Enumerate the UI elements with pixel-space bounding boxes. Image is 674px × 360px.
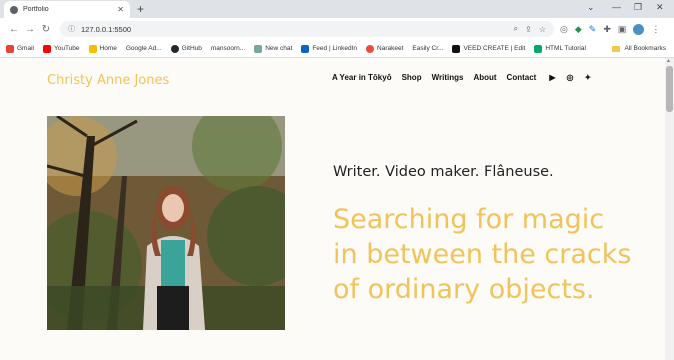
youtube-icon[interactable]: ▶ (549, 73, 555, 82)
bookmark-narakeet[interactable]: Narakeet (366, 44, 403, 53)
forward-icon[interactable]: → (22, 24, 38, 35)
nav-contact[interactable]: Contact (507, 73, 537, 82)
w3schools-icon (534, 44, 543, 53)
bookmark-github[interactable]: GitHub (170, 44, 202, 53)
globe-icon (10, 5, 18, 14)
site-brand[interactable]: Christy Anne Jones (47, 73, 169, 88)
gmail-icon (6, 44, 14, 53)
scroll-up-arrow-icon[interactable]: ▲ (666, 58, 671, 64)
bookmark-youtube[interactable]: YouTube (42, 44, 80, 53)
social-links: ▶ ◎ ✦ (549, 73, 591, 82)
folder-icon (612, 45, 621, 52)
page-viewport: Christy Anne Jones A Year in Tōkyō Shop … (0, 58, 674, 360)
bookmarks-bar: Gmail YouTube Home Google Ad... GitHub m… (0, 40, 674, 58)
menu-kebab-icon[interactable]: ⋮ (651, 24, 660, 35)
bookmark-home[interactable]: Home (88, 44, 117, 53)
back-icon[interactable]: ← (6, 24, 22, 35)
new-tab-icon[interactable]: + (137, 2, 144, 16)
address-bar[interactable]: ⓘ 127.0.0.1:5500 ⌕ ⇪ ☆ (60, 21, 554, 37)
bookmark-easily-cr[interactable]: Easily Cr... (412, 45, 443, 52)
side-panel-icon[interactable]: ▣ (618, 24, 627, 35)
extensions-puzzle-icon[interactable]: ✚ (603, 24, 611, 35)
scrollbar-thumb[interactable] (666, 66, 673, 112)
reload-icon[interactable]: ↻ (38, 24, 54, 35)
bookmark-new-chat[interactable]: New chat (254, 44, 292, 53)
tab-portfolio[interactable]: Portfolio ✕ (4, 1, 130, 18)
linkedin-icon (301, 44, 310, 53)
bookmark-veed[interactable]: VEED CREATE | Edit (452, 44, 525, 53)
bookmark-gmail[interactable]: Gmail (6, 44, 34, 53)
restore-icon[interactable]: ❐ (634, 2, 642, 13)
hero-photo (47, 116, 285, 330)
nav-shop[interactable]: Shop (402, 73, 422, 82)
bookmark-star-icon[interactable]: ☆ (539, 25, 546, 34)
bookmark-google-ads[interactable]: Google Ad... (126, 45, 162, 52)
youtube-icon (42, 44, 51, 53)
main-nav: A Year in Tōkyō Shop Writings About Cont… (332, 73, 591, 82)
browser-toolbar: ← → ↻ ⓘ 127.0.0.1:5500 ⌕ ⇪ ☆ ◎ ◆ ✎ ✚ ▣ ⋮ (0, 18, 674, 40)
extension-green-icon[interactable]: ◆ (575, 24, 582, 35)
tab-search-chevron-icon[interactable]: ⌄ (587, 2, 595, 13)
tagline: Writer. Video maker. Flâneuse. (333, 164, 554, 180)
url-text: 127.0.0.1:5500 (81, 24, 132, 34)
chatgpt-icon (254, 44, 263, 53)
tab-strip: Portfolio ✕ + ⌄ — ❐ ✕ (0, 0, 674, 18)
site-info-icon[interactable]: ⓘ (68, 24, 75, 34)
nav-about[interactable]: About (473, 73, 496, 82)
all-bookmarks[interactable]: All Bookmarks (612, 45, 666, 52)
share-icon[interactable]: ⇪ (525, 25, 532, 34)
pen-icon[interactable]: ✎ (589, 24, 597, 35)
narakeet-icon (366, 44, 375, 53)
bookmark-mansoorn[interactable]: mansoorn... (211, 45, 245, 52)
bookmark-linkedin[interactable]: Feed | LinkedIn (301, 44, 357, 53)
nav-a-year-in-tokyo[interactable]: A Year in Tōkyō (332, 73, 392, 82)
zoom-icon[interactable]: ⌕ (514, 24, 518, 34)
hero-photo-illustration (47, 116, 285, 330)
bookmark-html-tutorial[interactable]: HTML Tutorial (534, 44, 586, 53)
tab-title: Portfolio (23, 6, 49, 13)
page-scrollbar[interactable]: ▲ (665, 58, 674, 360)
profile-avatar[interactable] (633, 23, 645, 35)
google-drive-icon (88, 44, 97, 53)
nav-writings[interactable]: Writings (432, 73, 464, 82)
veed-icon (452, 44, 461, 53)
minimize-icon[interactable]: — (612, 2, 621, 12)
screenshot-icon[interactable]: ◎ (560, 24, 568, 35)
github-icon (170, 44, 179, 53)
twitter-icon[interactable]: ✦ (584, 73, 591, 82)
tab-close-icon[interactable]: ✕ (117, 5, 124, 14)
instagram-icon[interactable]: ◎ (566, 73, 573, 82)
close-window-icon[interactable]: ✕ (656, 2, 664, 13)
hero-headline: Searching for magic in between the crack… (333, 204, 632, 305)
